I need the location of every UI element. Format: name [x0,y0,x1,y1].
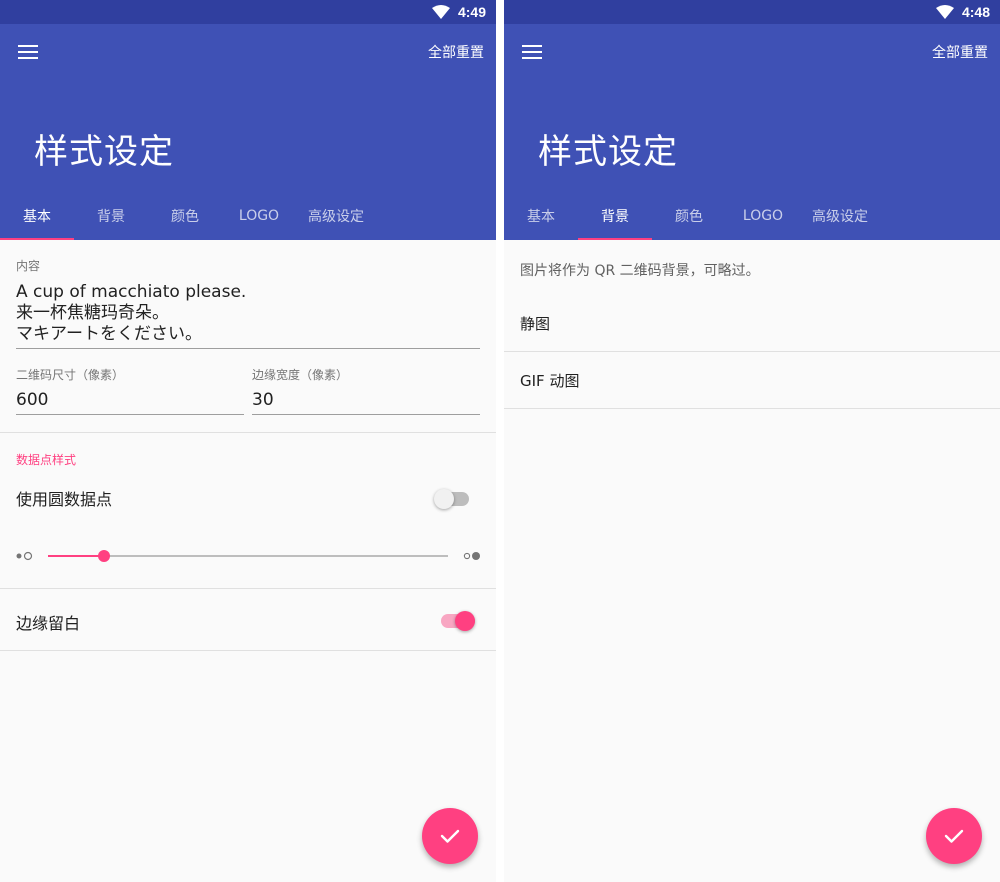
margin-width-label: 边缘宽度（像素） [252,368,349,382]
section-divider [0,650,496,651]
white-margin-switch-thumb [455,611,475,631]
slider-thumb[interactable] [98,550,110,562]
static-image-label: 静图 [520,314,551,333]
content-line-1: A cup of macchiato please. [16,282,247,302]
gif-image-label: GIF 动图 [520,371,580,390]
background-hint-text: 图片将作为 QR 二维码背景，可略过。 [520,263,760,279]
wifi-icon [935,5,954,19]
content-field-underline [16,348,480,349]
large-dot-icon [463,552,480,560]
app-bar: 全部重置 样式设定 基本 背景 颜色 LOGO 高级设定 [504,24,1000,240]
tab-color[interactable]: 颜色 [148,192,222,240]
reset-all-button[interactable]: 全部重置 [428,42,484,62]
slider-track-fill [48,555,104,557]
menu-icon[interactable] [522,44,542,60]
content-line-2: 来一杯焦糖玛奇朵。 [16,303,169,323]
qr-size-input[interactable]: 600 [16,390,244,411]
round-dots-label: 使用圆数据点 [16,490,113,509]
white-margin-switch[interactable] [440,610,478,632]
small-dot-icon [16,551,33,561]
margin-width-input[interactable]: 30 [252,390,480,411]
tab-color[interactable]: 颜色 [652,192,726,240]
margin-width-underline [252,414,480,415]
tab-background[interactable]: 背景 [74,192,148,240]
content-line-3: マキアートをください。 [16,324,202,344]
dot-scale-slider[interactable] [48,546,448,566]
white-margin-label: 边缘留白 [16,614,81,633]
gif-image-item[interactable]: GIF 动图 [504,352,1000,408]
qr-size-label: 二维码尺寸（像素） [16,368,125,382]
tab-logo[interactable]: LOGO [726,192,800,240]
tab-basic[interactable]: 基本 [504,192,578,240]
background-settings-panel: 图片将作为 QR 二维码背景，可略过。 静图 GIF 动图 [504,240,1000,882]
tab-bar: 基本 背景 颜色 LOGO 高级设定 [0,192,376,240]
app-bar: 全部重置 样式设定 基本 背景 颜色 LOGO 高级设定 [0,24,496,240]
tab-advanced[interactable]: 高级设定 [800,192,880,240]
wifi-icon [431,5,450,19]
static-image-item[interactable]: 静图 [504,295,1000,351]
page-title: 样式设定 [538,132,678,172]
tab-background[interactable]: 背景 [578,192,652,240]
tab-basic[interactable]: 基本 [0,192,74,240]
section-divider [0,588,496,589]
check-icon [440,829,460,843]
status-time: 4:49 [457,4,486,20]
reset-all-button[interactable]: 全部重置 [932,42,988,62]
basic-settings-panel: 内容 A cup of macchiato please. 来一杯焦糖玛奇朵。 … [0,240,496,882]
content-text-area[interactable]: A cup of macchiato please. 来一杯焦糖玛奇朵。 マキア… [16,282,480,345]
section-divider [0,432,496,433]
tab-logo[interactable]: LOGO [222,192,296,240]
round-dots-switch-thumb [434,489,454,509]
left-screen: 4:49 全部重置 样式设定 基本 背景 颜色 LOGO 高级设定 内容 A c… [0,0,496,882]
page-title: 样式设定 [34,132,174,172]
status-bar: 4:48 [504,0,1000,24]
right-screen: 4:48 全部重置 样式设定 基本 背景 颜色 LOGO 高级设定 图片将作为 … [504,0,1000,882]
list-divider [504,408,1000,409]
qr-size-underline [16,414,244,415]
menu-icon[interactable] [18,44,38,60]
dot-style-header: 数据点样式 [16,453,77,467]
status-bar: 4:49 [0,0,496,24]
round-dots-switch[interactable] [434,489,470,509]
tab-advanced[interactable]: 高级设定 [296,192,376,240]
check-icon [944,829,964,843]
content-field-label: 内容 [16,259,41,273]
status-time: 4:48 [961,4,990,20]
confirm-fab[interactable] [926,808,982,864]
tab-bar: 基本 背景 颜色 LOGO 高级设定 [504,192,880,240]
confirm-fab[interactable] [422,808,478,864]
